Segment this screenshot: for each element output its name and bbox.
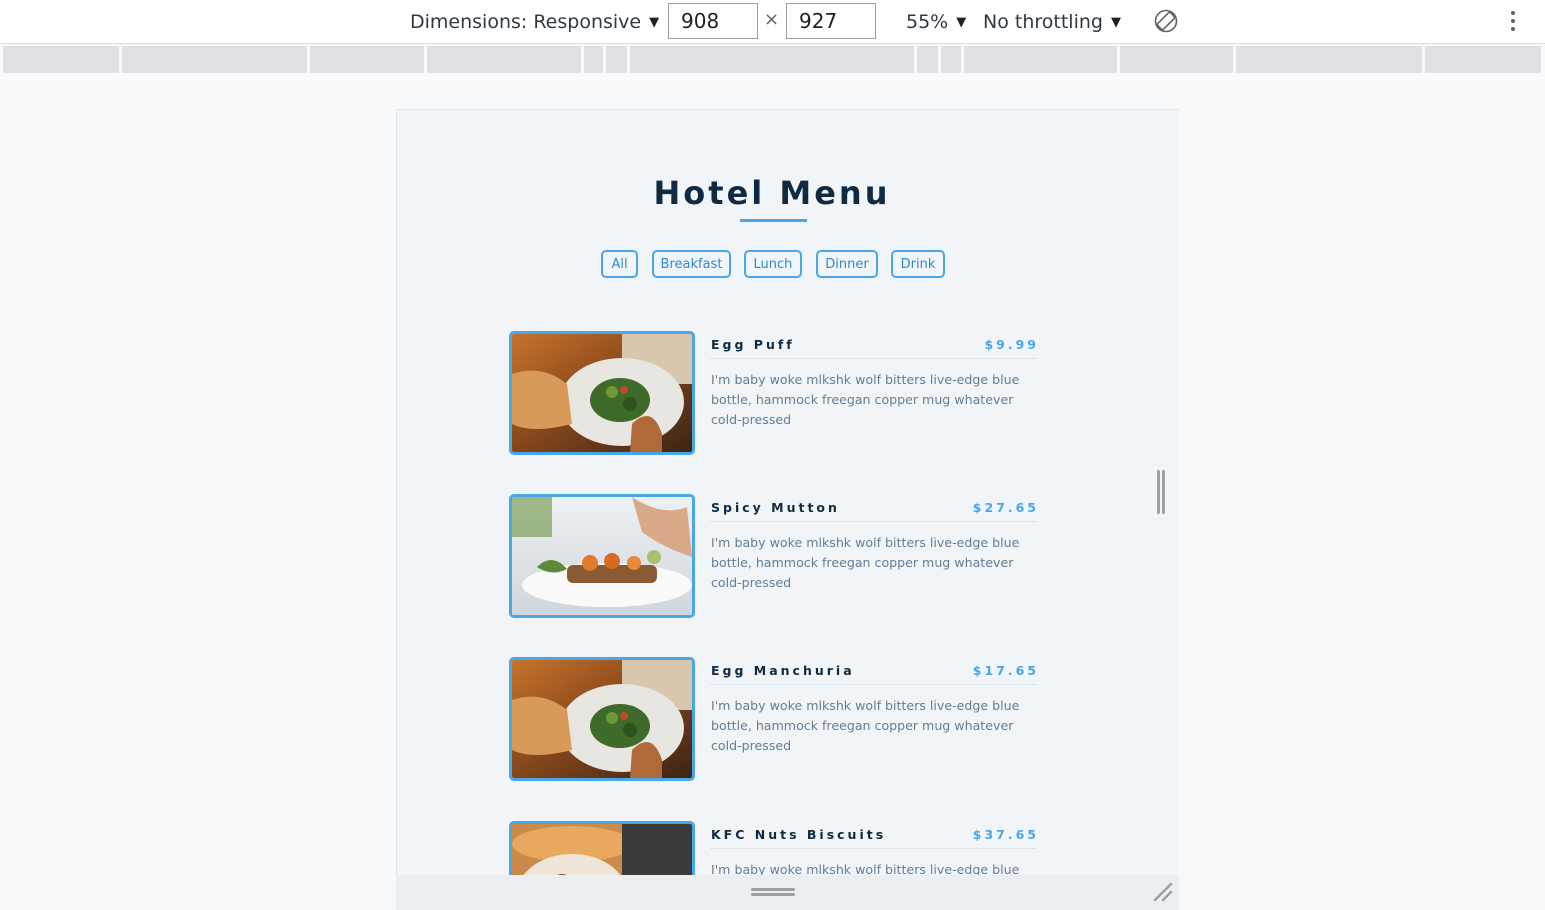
media-query-segment[interactable] (122, 46, 307, 73)
resize-corner-icon[interactable] (1151, 880, 1175, 904)
more-options-icon[interactable] (1505, 9, 1521, 35)
throttling-label: No throttling (983, 11, 1103, 33)
times-icon: × (764, 9, 780, 30)
menu-item-photo (509, 657, 695, 781)
filter-button-all[interactable]: All (601, 250, 638, 278)
resize-handle-right[interactable] (1157, 470, 1169, 514)
media-query-segment[interactable] (964, 46, 1117, 73)
media-query-segment[interactable] (630, 46, 914, 73)
rotate-icon[interactable] (1153, 8, 1179, 34)
menu-item-description: I'm baby woke mlkshk wolf bitters live-e… (711, 862, 1020, 875)
resize-handle-bottom[interactable] (751, 886, 795, 898)
chevron-down-icon: ▼ (956, 14, 967, 30)
menu-item-name: Egg Puff (711, 337, 795, 352)
divider (711, 684, 1037, 685)
page-title: Hotel Menu (653, 174, 891, 212)
chevron-down-icon: ▼ (1110, 14, 1121, 30)
menu-item-price: $37.65 (972, 827, 1039, 842)
height-input[interactable]: 927 (786, 3, 876, 39)
menu-item-name: Egg Manchuria (711, 663, 855, 678)
chevron-down-icon: ▼ (649, 14, 660, 30)
filter-button-lunch[interactable]: Lunch (744, 250, 802, 278)
filter-button-drink[interactable]: Drink (891, 250, 945, 278)
filter-button-breakfast[interactable]: Breakfast (652, 250, 731, 278)
menu-item-photo (509, 331, 695, 455)
divider (711, 521, 1037, 522)
menu-item-photo (509, 821, 695, 875)
media-query-segment[interactable] (941, 46, 961, 73)
dimensions-label: Dimensions: Responsive (410, 11, 642, 33)
divider (711, 358, 1037, 359)
media-query-segment[interactable] (1236, 46, 1422, 73)
device-toolbar: Dimensions: Responsive ▼ 908 × 927 55% ▼… (0, 0, 1545, 44)
media-query-segment[interactable] (310, 46, 424, 73)
menu-item-price: $27.65 (972, 500, 1039, 515)
width-input[interactable]: 908 (668, 3, 758, 39)
device-viewport: Hotel Menu All Breakfast Lunch Dinner Dr… (396, 109, 1179, 875)
media-query-segment[interactable] (1120, 46, 1233, 73)
title-underline (740, 219, 807, 222)
throttling-dropdown[interactable]: No throttling ▼ (983, 0, 1121, 44)
menu-item-description: I'm baby woke mlkshk wolf bitters live-e… (711, 698, 1020, 753)
media-query-segment[interactable] (584, 46, 603, 73)
menu-item-price: $9.99 (984, 337, 1039, 352)
media-query-segment[interactable] (3, 46, 119, 73)
zoom-dropdown[interactable]: 55% ▼ (906, 0, 966, 44)
menu-item-price: $17.65 (972, 663, 1039, 678)
menu-item: Egg Puff $9.99 I'm baby woke mlkshk wolf… (509, 331, 1039, 456)
media-query-segment[interactable] (1425, 46, 1541, 73)
menu-item: Spicy Mutton $27.65 I'm baby woke mlkshk… (509, 494, 1039, 619)
media-query-segment[interactable] (917, 46, 938, 73)
zoom-label: 55% (906, 11, 949, 33)
menu-item-description: I'm baby woke mlkshk wolf bitters live-e… (711, 372, 1020, 427)
menu-item: Egg Manchuria $17.65 I'm baby woke mlksh… (509, 657, 1039, 782)
menu-item-photo (509, 494, 695, 618)
menu-item-name: Spicy Mutton (711, 500, 840, 515)
menu-item: KFC Nuts Biscuits $37.65 I'm baby woke m… (509, 821, 1039, 875)
menu-item-name: KFC Nuts Biscuits (711, 827, 887, 842)
menu-item-description: I'm baby woke mlkshk wolf bitters live-e… (711, 535, 1020, 590)
dimensions-dropdown[interactable]: Dimensions: Responsive ▼ (410, 0, 659, 44)
media-query-bar (3, 46, 1541, 74)
divider (711, 848, 1037, 849)
media-query-segment[interactable] (427, 46, 581, 73)
media-query-segment[interactable] (606, 46, 627, 73)
filter-button-dinner[interactable]: Dinner (816, 250, 878, 278)
